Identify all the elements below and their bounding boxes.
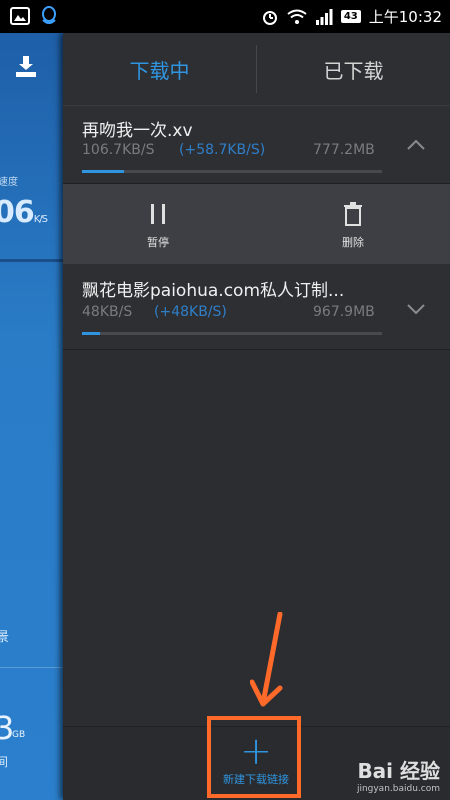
storage-unit: GB (12, 730, 26, 740)
pause-button[interactable]: 暂停 (108, 184, 208, 264)
signal-icon (315, 8, 333, 25)
download-progress-fill (82, 170, 124, 173)
download-speed: 106.7KB/S (82, 142, 155, 158)
download-speed-boost: (+48KB/S) (154, 304, 227, 320)
chevron-down-icon[interactable] (406, 302, 426, 316)
side-label-2: 间 (0, 755, 9, 769)
download-actions: 暂停 删除 (63, 184, 450, 264)
download-size: 967.9MB (313, 304, 375, 320)
watermark-logo: Bai 经验 (357, 759, 440, 783)
download-progress-fill (82, 332, 100, 335)
download-item[interactable]: 飘花电影paiohua.com私人订制... 48KB/S (+48KB/S) … (63, 264, 450, 350)
status-time: 上午10:32 (368, 8, 442, 26)
chevron-up-icon[interactable] (406, 138, 426, 152)
side-panel[interactable]: 速度 06K/S 景 3 GB 间 (0, 33, 63, 800)
battery-icon: 43 (340, 10, 361, 23)
speed-unit: K/S (33, 214, 48, 225)
annotation-highlight-box (207, 716, 301, 798)
storage-value: 3 (0, 709, 15, 747)
download-item[interactable]: 再吻我一次.xv 106.7KB/S (+58.7KB/S) 777.2MB (63, 106, 450, 184)
wifi-icon (287, 9, 307, 24)
download-progress (82, 332, 382, 335)
download-title: 再吻我一次.xv (82, 121, 193, 141)
watermark-url: jingyan.baidu.com (356, 784, 440, 794)
speed-label: 速度 (0, 177, 18, 188)
delete-button[interactable]: 删除 (303, 184, 403, 264)
pause-icon (151, 204, 165, 224)
status-bar: 43 上午10:32 (0, 0, 450, 33)
pause-label: 暂停 (147, 236, 169, 249)
download-speed-boost: (+58.7KB/S) (179, 142, 266, 158)
side-separator (0, 667, 63, 668)
delete-label: 删除 (342, 236, 364, 249)
tab-downloading[interactable]: 下载中 (63, 33, 256, 106)
speed-value: 06K/S (0, 195, 48, 230)
download-size: 777.2MB (313, 142, 375, 158)
trash-icon (344, 202, 362, 226)
speed-number: 06 (0, 195, 35, 230)
watermark: Bai 经验 jingyan.baidu.com (357, 755, 440, 794)
side-divider (0, 259, 63, 262)
download-progress (82, 170, 382, 173)
annotation-arrow-icon (250, 612, 283, 707)
download-speed: 48KB/S (82, 304, 133, 320)
tab-downloaded[interactable]: 已下载 (257, 33, 450, 106)
tab-bar: 下载中 已下载 (63, 33, 450, 106)
qq-icon (42, 6, 56, 24)
side-label-1: 景 (0, 630, 10, 645)
download-tray-icon[interactable] (14, 55, 38, 79)
alarm-icon (262, 10, 277, 25)
image-icon (10, 7, 30, 25)
download-title: 飘花电影paiohua.com私人订制... (82, 281, 345, 301)
